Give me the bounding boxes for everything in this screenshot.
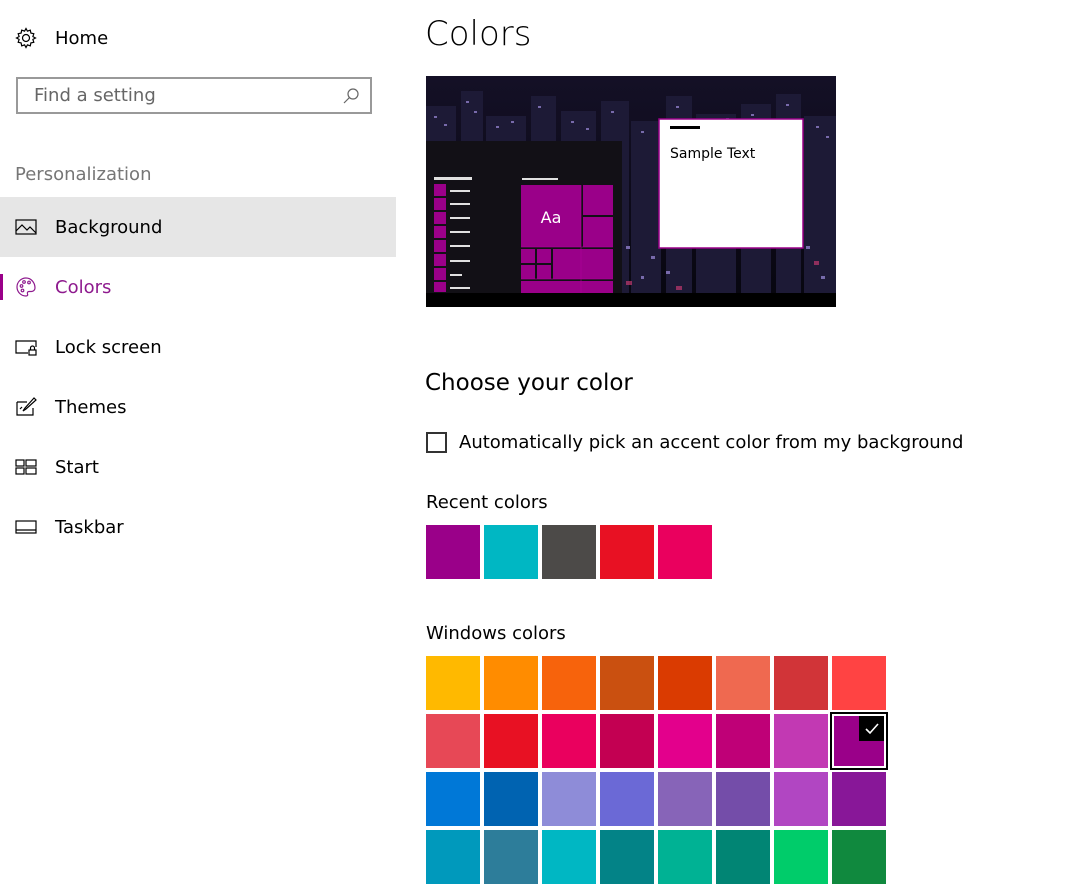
gear-icon — [14, 26, 38, 50]
page-title: Colors — [425, 14, 532, 54]
sidebar-item-colors[interactable]: Colors — [0, 257, 396, 317]
color-swatch[interactable] — [832, 772, 886, 826]
color-swatch[interactable] — [542, 525, 596, 579]
sidebar-item-taskbar[interactable]: Taskbar — [0, 497, 396, 557]
sidebar-item-label: Lock screen — [55, 336, 162, 358]
windows-colors-label: Windows colors — [426, 623, 566, 644]
palette-icon — [14, 275, 38, 299]
auto-pick-checkbox[interactable] — [426, 432, 447, 453]
color-swatch[interactable] — [426, 772, 480, 826]
color-swatch[interactable] — [600, 830, 654, 884]
color-swatch[interactable] — [600, 714, 654, 768]
color-swatch[interactable] — [774, 656, 828, 710]
color-swatch[interactable] — [774, 772, 828, 826]
color-swatch[interactable] — [658, 830, 712, 884]
color-swatch[interactable] — [600, 656, 654, 710]
sidebar-item-label: Background — [55, 216, 163, 238]
theme-preview: Aa Sample Text — [426, 76, 836, 307]
start-icon — [14, 455, 38, 479]
color-swatch[interactable] — [426, 714, 480, 768]
color-swatch[interactable] — [426, 656, 480, 710]
sidebar-item-label: Taskbar — [55, 516, 124, 538]
checkmark-icon — [859, 716, 884, 741]
recent-colors-label: Recent colors — [426, 492, 548, 513]
sidebar-item-themes[interactable]: Themes — [0, 377, 396, 437]
color-swatch[interactable] — [426, 830, 480, 884]
sidebar-item-background[interactable]: Background — [0, 197, 396, 257]
color-swatch[interactable] — [600, 772, 654, 826]
color-swatch[interactable] — [600, 525, 654, 579]
color-swatch[interactable] — [658, 525, 712, 579]
search-icon[interactable] — [342, 87, 360, 105]
color-swatch[interactable] — [484, 525, 538, 579]
auto-pick-label: Automatically pick an accent color from … — [459, 432, 964, 453]
color-swatch[interactable] — [830, 712, 888, 770]
color-swatch[interactable] — [426, 525, 480, 579]
search-input[interactable] — [32, 84, 342, 107]
color-swatch[interactable] — [484, 830, 538, 884]
color-swatch[interactable] — [484, 772, 538, 826]
color-swatch[interactable] — [716, 656, 770, 710]
color-swatch[interactable] — [542, 830, 596, 884]
preview-tile-text: Aa — [541, 208, 562, 227]
color-swatch[interactable] — [484, 656, 538, 710]
search-box — [16, 77, 372, 114]
sidebar-item-start[interactable]: Start — [0, 437, 396, 497]
color-swatch[interactable] — [716, 830, 770, 884]
sidebar-item-label: Themes — [55, 396, 127, 418]
nav-list: Background Colors Lock screen Themes Sta… — [0, 197, 396, 557]
recent-colors-grid — [426, 525, 886, 579]
color-swatch[interactable] — [716, 772, 770, 826]
home-link[interactable]: Home — [14, 26, 108, 50]
auto-pick-row[interactable]: Automatically pick an accent color from … — [426, 432, 963, 453]
color-swatch[interactable] — [542, 772, 596, 826]
sidebar-item-lock-screen[interactable]: Lock screen — [0, 317, 396, 377]
color-swatch[interactable] — [716, 714, 770, 768]
sidebar: Home Personalization Background — [0, 0, 396, 890]
preview-sample-text: Sample Text — [670, 146, 756, 162]
taskbar-icon — [14, 515, 38, 539]
color-swatch[interactable] — [542, 656, 596, 710]
color-swatch[interactable] — [658, 714, 712, 768]
color-swatch[interactable] — [774, 714, 828, 768]
sidebar-item-label: Start — [55, 456, 99, 478]
home-label: Home — [55, 27, 109, 49]
sidebar-item-label: Colors — [55, 276, 112, 298]
color-swatch[interactable] — [832, 656, 886, 710]
choose-color-heading: Choose your color — [425, 370, 633, 396]
section-title: Personalization — [15, 164, 152, 185]
lock-screen-icon — [14, 335, 38, 359]
windows-colors-grid — [426, 656, 888, 884]
color-swatch[interactable] — [484, 714, 538, 768]
color-swatch[interactable] — [658, 656, 712, 710]
color-swatch[interactable] — [658, 772, 712, 826]
themes-icon — [14, 395, 38, 419]
color-swatch[interactable] — [542, 714, 596, 768]
color-swatch[interactable] — [832, 830, 886, 884]
color-swatch[interactable] — [774, 830, 828, 884]
picture-icon — [14, 215, 38, 239]
